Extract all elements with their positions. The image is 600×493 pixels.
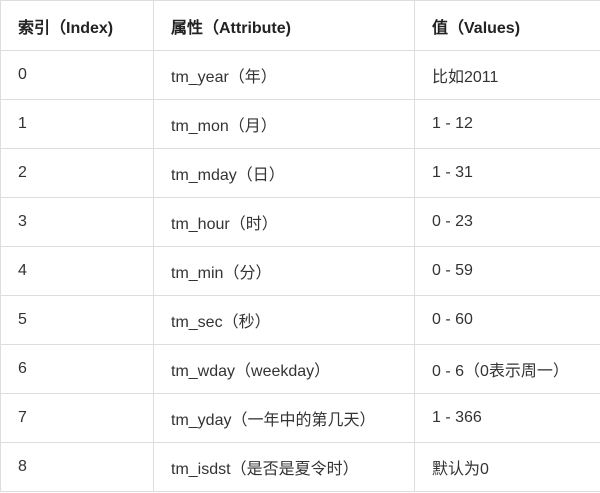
cell-index: 7 <box>0 393 154 443</box>
table-row: 6 tm_wday（weekday） 0 - 6（0表示周一） <box>0 344 600 394</box>
attribute-table: 索引（Index) 属性（Attribute) 值（Values) 0 tm_y… <box>0 0 600 492</box>
cell-value: 0 - 59 <box>414 246 600 296</box>
table-row: 2 tm_mday（日） 1 - 31 <box>0 148 600 198</box>
cell-attribute: tm_year（年） <box>153 50 415 100</box>
cell-attribute: tm_wday（weekday） <box>153 344 415 394</box>
cell-attribute: tm_min（分） <box>153 246 415 296</box>
table-row: 1 tm_mon（月） 1 - 12 <box>0 99 600 149</box>
cell-index: 5 <box>0 295 154 345</box>
cell-index: 3 <box>0 197 154 247</box>
cell-attribute: tm_mon（月） <box>153 99 415 149</box>
cell-value: 1 - 366 <box>414 393 600 443</box>
table-row: 3 tm_hour（时） 0 - 23 <box>0 197 600 247</box>
header-row: 索引（Index) 属性（Attribute) 值（Values) <box>0 0 600 51</box>
cell-value: 默认为0 <box>414 442 600 492</box>
cell-index: 4 <box>0 246 154 296</box>
cell-index: 1 <box>0 99 154 149</box>
cell-attribute: tm_mday（日） <box>153 148 415 198</box>
table-row: 5 tm_sec（秒） 0 - 60 <box>0 295 600 345</box>
cell-value: 0 - 23 <box>414 197 600 247</box>
cell-index: 6 <box>0 344 154 394</box>
table-row: 8 tm_isdst（是否是夏令时） 默认为0 <box>0 442 600 492</box>
table-header: 索引（Index) 属性（Attribute) 值（Values) <box>0 0 600 51</box>
cell-value: 1 - 31 <box>414 148 600 198</box>
cell-index: 2 <box>0 148 154 198</box>
cell-value: 比如2011 <box>414 50 600 100</box>
cell-attribute: tm_sec（秒） <box>153 295 415 345</box>
table-row: 4 tm_min（分） 0 - 59 <box>0 246 600 296</box>
cell-attribute: tm_isdst（是否是夏令时） <box>153 442 415 492</box>
header-attribute: 属性（Attribute) <box>153 0 415 51</box>
table-body: 0 tm_year（年） 比如2011 1 tm_mon（月） 1 - 12 2… <box>0 50 600 492</box>
header-values: 值（Values) <box>414 0 600 51</box>
header-index: 索引（Index) <box>0 0 154 51</box>
cell-value: 0 - 60 <box>414 295 600 345</box>
table-row: 7 tm_yday（一年中的第几天） 1 - 366 <box>0 393 600 443</box>
cell-attribute: tm_hour（时） <box>153 197 415 247</box>
cell-value: 1 - 12 <box>414 99 600 149</box>
cell-index: 8 <box>0 442 154 492</box>
cell-value: 0 - 6（0表示周一） <box>414 344 600 394</box>
cell-attribute: tm_yday（一年中的第几天） <box>153 393 415 443</box>
cell-index: 0 <box>0 50 154 100</box>
table-row: 0 tm_year（年） 比如2011 <box>0 50 600 100</box>
